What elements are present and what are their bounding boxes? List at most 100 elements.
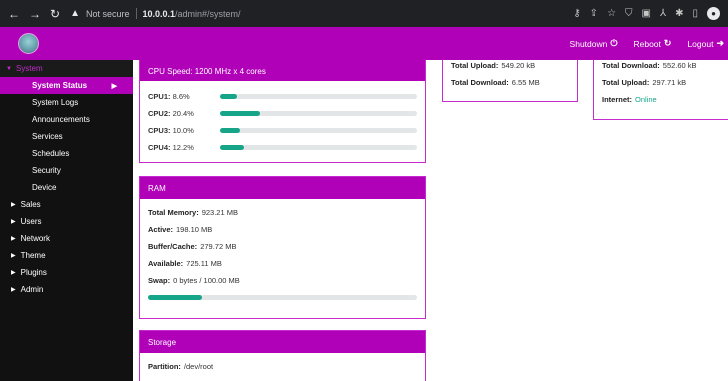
ram-title: RAM: [148, 183, 166, 193]
ram-active-row: Active: 198.10 MB: [148, 221, 417, 238]
cpu-row: CPU4: 12.2%: [148, 139, 417, 156]
sidebar-category-label: Plugins: [20, 268, 47, 277]
star-icon[interactable]: ☆: [607, 8, 616, 19]
sidebar-item-device[interactable]: Device: [0, 179, 133, 196]
sidepanel-icon[interactable]: ▯: [692, 8, 698, 19]
cpu-row: CPU3: 10.0%: [148, 122, 417, 139]
sidebar-item-label: Announcements: [32, 115, 90, 124]
caret-right-icon: ▶: [11, 219, 16, 225]
net1-upload-label: Total Upload:: [451, 61, 499, 70]
shield-icon[interactable]: ⛉: [625, 8, 633, 19]
shutdown-button[interactable]: Shutdown ⏻: [570, 38, 618, 49]
ram-active-label: Active:: [148, 225, 174, 234]
net1-download-row: Total Download: 6.55 MB: [451, 74, 569, 91]
caret-right-icon: ▶: [11, 287, 16, 293]
logout-button[interactable]: Logout ➜: [687, 38, 724, 49]
back-icon[interactable]: ←: [8, 7, 20, 21]
cpu-value: 10.0%: [172, 126, 194, 135]
sidebar: ▼ System System Status ▶ System Logs Ann…: [0, 60, 133, 381]
swap-progress-bar: [148, 295, 417, 300]
net2-internet-row: Internet: Online: [602, 91, 724, 108]
sidebar-category-admin[interactable]: ▶ Admin: [0, 281, 133, 298]
storage-partition-label: Partition:: [148, 362, 181, 371]
cpu-progress-bar: [220, 128, 417, 133]
caret-right-icon: ▶: [11, 202, 16, 208]
main-content: CPU Speed: 1200 MHz x 4 cores CPU1: 8.6%…: [133, 60, 728, 381]
cpu-name: CPU4:: [148, 143, 171, 152]
reload-icon[interactable]: ↻: [50, 7, 60, 21]
sidebar-item-system-status[interactable]: System Status ▶: [0, 77, 133, 94]
ram-swap-label: Swap:: [148, 276, 171, 285]
network-panel-secondary: Total Download: 552.60 kB Total Upload: 29…: [593, 60, 728, 120]
cpu-label: CPU3: 10.0%: [148, 126, 220, 135]
cpu-progress-fill: [220, 128, 240, 133]
header-actions: Shutdown ⏻ Reboot ↻ Logout ➜: [570, 27, 728, 60]
forward-icon[interactable]: →: [29, 7, 41, 21]
share-icon[interactable]: ⇪: [590, 8, 598, 19]
cpu-speed-text: CPU Speed: 1200 MHz x 4 cores: [148, 66, 266, 76]
sidebar-item-services[interactable]: Services: [0, 128, 133, 145]
internet-status-value: Online: [635, 95, 657, 104]
sidebar-group-system[interactable]: ▼ System: [0, 60, 133, 77]
sidebar-group-label: System: [15, 64, 43, 73]
network-panel-primary-body: Total Upload: 549.20 kB Total Download: 6.…: [443, 60, 577, 99]
cpu-panel: CPU Speed: 1200 MHz x 4 cores CPU1: 8.6%…: [139, 60, 426, 163]
net2-download-row: Total Download: 552.60 kB: [602, 60, 724, 74]
net1-upload-value: 549.20 kB: [501, 61, 536, 70]
puzzle-icon[interactable]: ✱: [675, 8, 683, 19]
swap-progress-fill: [148, 295, 202, 300]
cpu-progress-fill: [220, 111, 261, 116]
cpu-name: CPU3:: [148, 126, 171, 135]
ram-total-row: Total Memory: 923.21 MB: [148, 204, 417, 221]
sidebar-item-system-logs[interactable]: System Logs: [0, 94, 133, 111]
sidebar-item-schedules[interactable]: Schedules: [0, 145, 133, 162]
sidebar-item-announcements[interactable]: Announcements: [0, 111, 133, 128]
reboot-button[interactable]: Reboot ↻: [633, 38, 671, 49]
cpu-label: CPU4: 12.2%: [148, 143, 220, 152]
ram-swap-value: 0 bytes / 100.00 MB: [173, 276, 240, 285]
sidebar-item-label: System Status: [32, 81, 88, 90]
shutdown-label: Shutdown: [569, 38, 608, 49]
profile-avatar-icon[interactable]: ●: [707, 7, 720, 20]
tools-icon[interactable]: ⅄: [660, 8, 666, 19]
sidebar-item-label: Security: [32, 166, 61, 175]
key-icon[interactable]: ⚷: [573, 8, 580, 19]
logout-label: Logout: [687, 38, 714, 49]
cpu-value: 20.4%: [172, 109, 194, 118]
ram-buffer-row: Buffer/Cache: 279.72 MB: [148, 238, 417, 255]
net1-upload-row: Total Upload: 549.20 kB: [451, 60, 569, 74]
logout-icon: ➜: [716, 38, 724, 48]
address-bar[interactable]: ▲ Not secure 10.0.0.1/admin#/system/: [70, 5, 241, 23]
sidebar-item-label: Schedules: [32, 149, 70, 158]
storage-panel-header: Storage: [140, 331, 425, 353]
net2-upload-row: Total Upload: 297.71 kB: [602, 74, 724, 91]
net2-download-label: Total Download:: [602, 61, 660, 70]
sidebar-item-security[interactable]: Security: [0, 162, 133, 179]
app-logo[interactable]: [18, 33, 39, 54]
sidebar-category-plugins[interactable]: ▶ Plugins: [0, 264, 133, 281]
network-panel-secondary-body: Total Download: 552.60 kB Total Upload: 29…: [594, 60, 728, 116]
cpu-label: CPU1: 8.6%: [148, 92, 220, 101]
cpu-progress-fill: [220, 94, 237, 99]
sidebar-category-sales[interactable]: ▶ Sales: [0, 196, 133, 213]
cpu-name: CPU2:: [148, 109, 171, 118]
caret-right-icon: ▶: [11, 253, 16, 259]
net1-download-label: Total Download:: [451, 78, 509, 87]
caret-right-icon: ▶: [11, 270, 16, 276]
cpu-progress-bar: [220, 94, 417, 99]
cpu-value: 8.6%: [172, 92, 190, 101]
sidebar-category-theme[interactable]: ▶ Theme: [0, 247, 133, 264]
ram-available-value: 725.11 MB: [186, 259, 222, 268]
cpu-label: CPU2: 20.4%: [148, 109, 220, 118]
network-panel-primary: Total Upload: 549.20 kB Total Download: 6.…: [442, 60, 578, 102]
address-separator: [135, 8, 137, 19]
sidebar-category-label: Admin: [20, 285, 44, 294]
sidebar-category-network[interactable]: ▶ Network: [0, 230, 133, 247]
extension-icon[interactable]: ▣: [642, 8, 651, 19]
storage-partition-value: /dev/root: [183, 362, 214, 371]
sidebar-category-users[interactable]: ▶ Users: [0, 213, 133, 230]
caret-right-icon: ▶: [11, 236, 16, 242]
ram-swap-row: Swap: 0 bytes / 100.00 MB: [148, 272, 417, 289]
url-text: 10.0.0.1/admin#/system/: [143, 9, 241, 19]
browser-toolbar: ← → ↻ ▲ Not secure 10.0.0.1/admin#/syste…: [0, 0, 728, 27]
